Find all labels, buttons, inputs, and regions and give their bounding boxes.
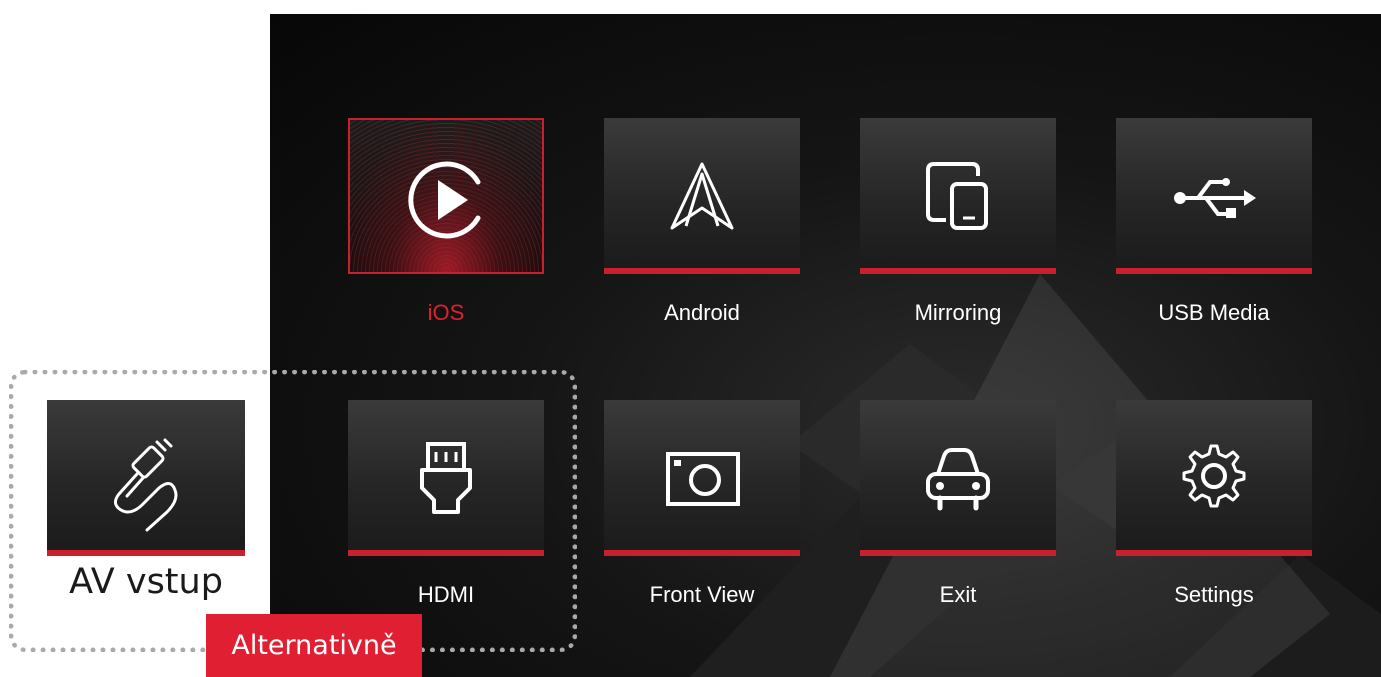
tile-av-input[interactable] <box>47 400 245 556</box>
camera-icon <box>666 452 740 506</box>
label-front-view: Front View <box>649 582 755 607</box>
label-android: Android <box>664 300 740 325</box>
usb-icon <box>1174 178 1256 218</box>
tile-exit[interactable] <box>860 400 1056 556</box>
android-auto-icon <box>670 162 734 230</box>
tile-mirroring[interactable] <box>860 118 1056 274</box>
label-settings: Settings <box>1174 582 1254 607</box>
av-input-label: AV vstup <box>69 562 223 602</box>
play-circle-icon <box>408 161 481 239</box>
label-mirroring: Mirroring <box>914 300 1002 325</box>
tile-settings[interactable] <box>1116 400 1312 556</box>
tile-ios[interactable] <box>348 118 544 274</box>
tile-android[interactable] <box>604 118 800 274</box>
car-icon <box>926 448 990 511</box>
label-exit: Exit <box>939 582 977 607</box>
mirroring-icon <box>926 162 988 230</box>
gear-icon <box>1182 444 1246 508</box>
tile-front-view[interactable] <box>604 400 800 556</box>
alternative-badge: Alternativně <box>206 614 422 677</box>
tile-usb-media[interactable] <box>1116 118 1312 274</box>
label-usb-media: USB Media <box>1158 300 1270 325</box>
label-ios: iOS <box>427 300 465 325</box>
av-cable-icon <box>114 438 178 532</box>
